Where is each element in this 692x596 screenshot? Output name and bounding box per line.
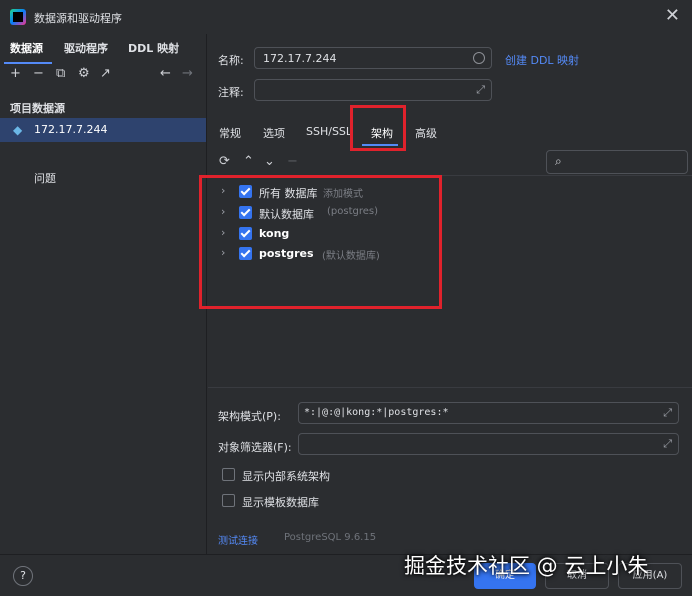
name-value: 172.17.7.244 [263,52,337,65]
settings-tabs: 常规 选项 SSH/SSL 架构 高级 [208,120,692,146]
active-tab-underline [4,62,52,64]
left-panel: 数据源 驱动程序 DDL 映射 + − ⧉ ⚙ ↗ ← → 项目数据源 ◆ 17… [0,34,207,554]
open-external-icon[interactable]: ↗ [100,66,111,81]
object-filter-label: 对象筛选器(F): [218,441,292,454]
refresh-icon[interactable]: ⟳ [219,154,230,169]
server-version: PostgreSQL 9.6.15 [284,532,377,543]
show-internal-schemas-option[interactable]: 显示内部系统架构 [222,467,522,485]
forward-arrow-icon[interactable]: → [182,66,193,81]
tab-ddl-mappings[interactable]: DDL 映射 [128,40,179,56]
help-button[interactable]: ? [13,566,33,586]
expand-icon[interactable]: ⤢ [663,406,672,420]
divider [208,387,692,388]
schema-pattern-label: 架构模式(P): [218,410,281,423]
datasource-label: 172.17.7.244 [34,123,108,136]
test-connection-link[interactable]: 测试连接 [218,532,258,547]
schema-tree-highlight-box [199,175,442,309]
postgresql-icon: ◆ [13,123,23,137]
color-circle-icon[interactable] [473,52,485,64]
search-icon: ⌕ [555,154,562,168]
comment-field[interactable]: ⤢ [254,79,492,101]
schema-pattern-value: *:|@:@|kong:*|postgres:* [304,407,449,418]
sidebar-item-problems[interactable]: 问题 [34,170,56,186]
tab-options[interactable]: 选项 [263,125,285,141]
comment-label: 注释: [218,86,244,99]
watermark: 掘金技术社区 @ 云上小朱 [404,554,649,578]
expand-icon[interactable]: ⤢ [663,437,672,451]
option-label: 显示模板数据库 [242,496,319,509]
schemas-tab-highlight-box [350,105,406,151]
tab-general[interactable]: 常规 [219,125,241,141]
tab-data-sources[interactable]: 数据源 [10,40,43,56]
name-label: 名称: [218,54,244,67]
duplicate-icon[interactable]: ⧉ [56,66,65,81]
expand-all-icon[interactable]: ⌃ [243,154,254,169]
project-data-sources-heading: 项目数据源 [10,102,65,115]
checkbox-unchecked[interactable] [222,468,235,481]
datagrip-app-icon [10,9,26,25]
option-label: 显示内部系统架构 [242,470,330,483]
left-tabs: 数据源 驱动程序 DDL 映射 [0,40,207,64]
add-icon[interactable]: + [10,66,21,81]
object-filter-field[interactable]: ⤢ [298,433,679,455]
collapse-all-icon[interactable]: ⌄ [264,154,275,169]
close-icon[interactable]: ✕ [665,6,680,26]
window-title: 数据源和驱动程序 [34,12,122,25]
remove-icon[interactable]: − [33,66,44,81]
show-template-databases-option[interactable]: 显示模板数据库 [222,493,522,511]
create-ddl-mapping-link[interactable]: 创建 DDL 映射 [505,52,579,68]
tab-drivers[interactable]: 驱动程序 [64,40,108,56]
left-toolbar: + − ⧉ ⚙ ↗ ← → [0,66,207,88]
name-field[interactable]: 172.17.7.244 [254,47,492,69]
tab-advanced[interactable]: 高级 [415,125,437,141]
right-panel: 名称: 172.17.7.244 创建 DDL 映射 注释: ⤢ 常规 选项 S… [199,34,692,554]
expand-icon[interactable]: ⤢ [476,83,485,97]
checkbox-unchecked[interactable] [222,494,235,507]
sidebar-item-datasource[interactable]: ◆ 172.17.7.244 [0,118,206,142]
schema-pattern-field[interactable]: *:|@:@|kong:*|postgres:* ⤢ [298,402,679,424]
title-bar: 数据源和驱动程序 ✕ [0,0,692,34]
back-arrow-icon[interactable]: ← [160,66,171,81]
remove-icon-disabled[interactable]: − [287,154,298,169]
tab-ssh-ssl[interactable]: SSH/SSL [306,125,352,138]
schema-toolbar: ⟳ ⌃ ⌄ − ⌕ [208,150,692,176]
settings-icon[interactable]: ⚙ [78,66,90,81]
schema-search-input[interactable]: ⌕ [546,150,688,174]
